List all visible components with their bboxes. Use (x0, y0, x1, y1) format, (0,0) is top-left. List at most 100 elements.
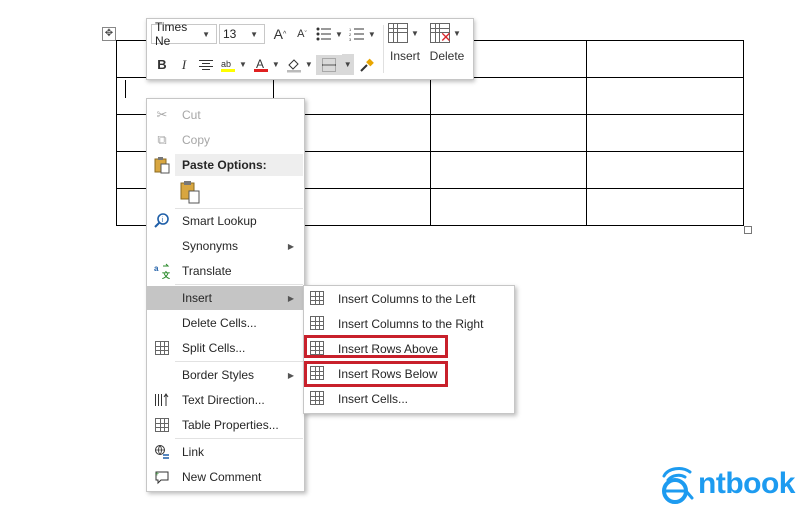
menu-item-table-properties[interactable]: Table Properties... (147, 413, 304, 437)
menu-item-label: Delete Cells... (182, 316, 257, 330)
menu-item-smart-lookup[interactable]: i Smart Lookup (147, 209, 304, 233)
font-size-value: 13 (223, 27, 237, 41)
svg-text:+: + (155, 471, 159, 478)
paste-options-header: Paste Options: (175, 154, 303, 176)
grow-font-button[interactable]: A ^ (271, 24, 289, 44)
font-name-dropdown[interactable]: Times Ne ▼ (151, 20, 217, 48)
menu-item-label: Insert Cells... (338, 392, 409, 406)
menu-item-delete-cells[interactable]: Delete Cells... (147, 311, 304, 335)
chevron-down-icon[interactable]: ▼ (335, 30, 343, 39)
highlight-color-button[interactable]: ab (219, 55, 237, 75)
shading-button[interactable] (285, 55, 303, 75)
table-cell[interactable] (429, 188, 588, 226)
table-cell[interactable] (586, 114, 744, 152)
split-cells-icon (153, 339, 171, 357)
center-align-button[interactable] (197, 55, 215, 75)
table-cell[interactable] (586, 188, 744, 226)
italic-button[interactable]: I (175, 55, 193, 75)
delete-table-button[interactable]: ✕ ▼ Delete (425, 23, 469, 75)
text-cursor (125, 80, 126, 98)
table-cell[interactable] (429, 151, 588, 189)
chevron-down-icon[interactable]: ▼ (305, 60, 313, 69)
menu-item-new-comment[interactable]: + New Comment (147, 465, 304, 489)
font-size-dropdown[interactable]: 13 ▼ (219, 24, 265, 44)
numbering-button[interactable]: 123 (348, 24, 366, 44)
paint-bucket-icon (286, 58, 301, 72)
insert-table-icon (388, 23, 409, 43)
table-cell[interactable] (586, 40, 744, 78)
menu-item-label: Table Properties... (182, 418, 279, 432)
menu-item-label: Translate (182, 264, 232, 278)
chevron-down-icon: ▼ (411, 28, 419, 38)
bullets-button[interactable] (315, 24, 333, 44)
menu-item-label: Text Direction... (182, 393, 265, 407)
chevron-down-icon[interactable]: ▼ (368, 30, 376, 39)
table-cell[interactable] (429, 77, 588, 115)
table-cell[interactable] (586, 77, 744, 115)
chevron-right-icon: ▶ (287, 370, 294, 380)
svg-text:ab: ab (221, 59, 231, 69)
insert-cells-icon (310, 391, 326, 407)
menu-item-label: Insert (182, 291, 213, 305)
chevron-down-icon[interactable]: ▼ (239, 60, 247, 69)
highlight-rows-below (304, 361, 448, 387)
chevron-down-icon[interactable]: ▼ (272, 60, 280, 69)
menu-item-synonyms[interactable]: Synonyms ▶ (147, 234, 304, 258)
logo-icon (652, 464, 698, 504)
font-name-value: Times Ne (155, 20, 188, 48)
insert-table-button[interactable]: ▼ Insert (383, 23, 427, 75)
menu-item-link[interactable]: Link (147, 440, 304, 464)
menu-item-cut[interactable]: ✂ Cut (147, 103, 304, 127)
italic-icon: I (181, 56, 187, 72)
menu-separator (175, 438, 303, 439)
menu-item-border-styles[interactable]: Border Styles ▶ (147, 363, 304, 387)
comment-icon: + (153, 468, 171, 486)
svg-text:3: 3 (349, 37, 352, 41)
red-x-icon: ✕ (440, 29, 452, 45)
menu-item-insert-cells[interactable]: Insert Cells... (304, 387, 514, 411)
mini-toolbar: Times Ne ▼ 13 ▼ A ^ Aˇ ▼ 123 ▼ B I ab ▼ A… (146, 18, 474, 80)
text-direction-icon (153, 391, 171, 409)
menu-item-copy[interactable]: ⧉ Copy (147, 128, 304, 152)
menu-item-label: Cut (182, 108, 201, 122)
highlight-rows-above (304, 335, 448, 358)
table-resize-handle[interactable] (744, 226, 752, 234)
menu-item-split-cells[interactable]: Split Cells... (147, 336, 304, 360)
grow-font-icon: A (273, 26, 284, 42)
menu-item-text-direction[interactable]: Text Direction... (147, 388, 304, 412)
insert-columns-right-icon (310, 316, 326, 332)
format-painter-button[interactable] (358, 55, 376, 75)
menu-item-insert-columns-right[interactable]: Insert Columns to the Right (304, 312, 514, 336)
menu-item-label: Insert Columns to the Left (338, 292, 476, 306)
translate-icon: a文 (153, 262, 171, 280)
clipboard-icon (153, 156, 171, 174)
table-cell[interactable] (586, 151, 744, 189)
menu-separator (175, 361, 303, 362)
smart-lookup-icon: i (153, 212, 171, 230)
bold-button[interactable]: B (153, 55, 171, 75)
menu-separator (175, 284, 303, 285)
menu-item-insert-columns-left[interactable]: Insert Columns to the Left (304, 287, 514, 311)
ntbook-logo: ntbook (652, 462, 795, 506)
chevron-down-icon: ▼ (453, 28, 461, 38)
chevron-right-icon: ▶ (287, 241, 294, 251)
chevron-down-icon[interactable]: ▼ (341, 54, 354, 75)
bullet-list-icon (316, 27, 331, 41)
table-move-handle[interactable]: ✥ (102, 27, 116, 41)
menu-item-insert[interactable]: Insert ▶ (147, 286, 304, 310)
align-center-icon (199, 59, 213, 70)
shrink-font-button[interactable]: Aˇ (293, 24, 311, 44)
font-color-button[interactable]: A (252, 55, 270, 75)
font-color-icon: A (253, 57, 268, 72)
borders-icon (321, 57, 336, 72)
link-icon (153, 443, 171, 461)
insert-label: Insert (389, 49, 420, 63)
borders-button[interactable] (315, 54, 342, 75)
keep-text-only-paste-button[interactable] (177, 179, 203, 205)
svg-text:i: i (162, 217, 164, 224)
menu-item-translate[interactable]: a文 Translate (147, 259, 304, 283)
menu-item-label: New Comment (182, 470, 262, 484)
svg-text:A: A (256, 57, 264, 71)
menu-item-label: Smart Lookup (182, 214, 257, 228)
table-cell[interactable] (429, 114, 588, 152)
